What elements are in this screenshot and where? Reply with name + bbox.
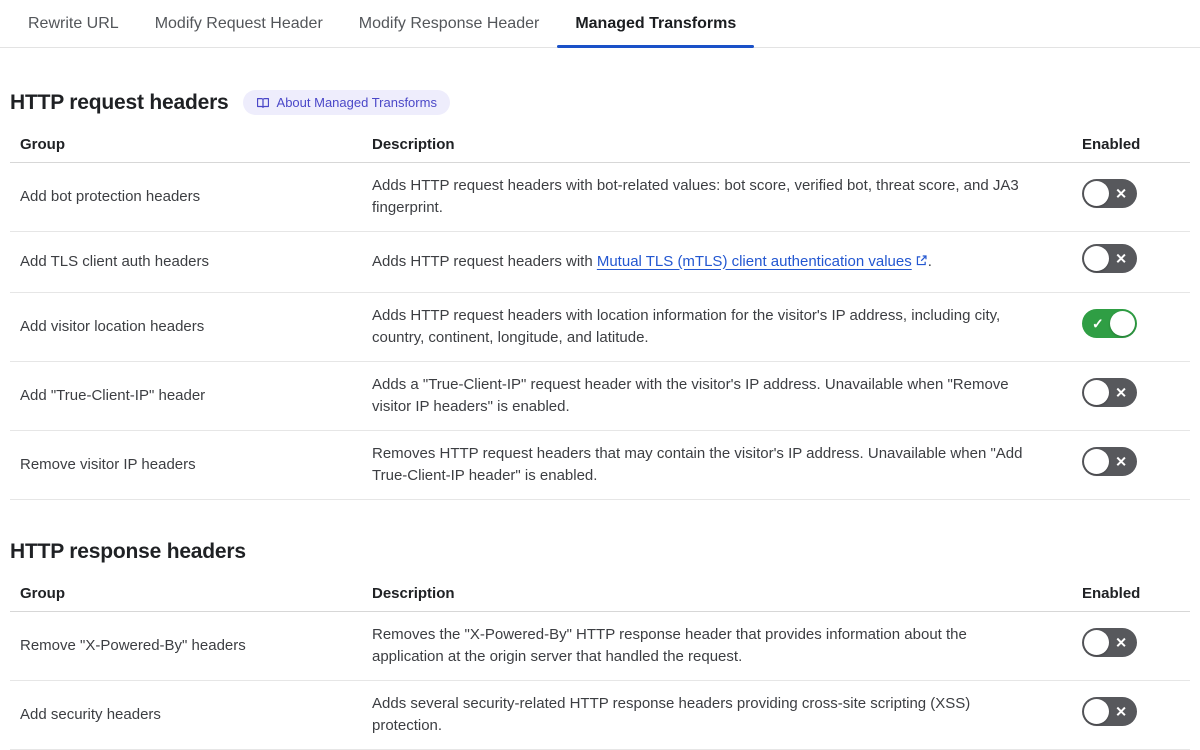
toggle-security-headers[interactable] bbox=[1082, 697, 1137, 726]
column-header-group: Group bbox=[20, 585, 65, 602]
row-description: Removes HTTP request headers that may co… bbox=[372, 445, 1023, 484]
managed-transforms-panel: HTTP request headers About Managed Trans… bbox=[0, 90, 1200, 750]
request-headers-table: Group Description Enabled Add bot protec… bbox=[10, 127, 1190, 500]
row-group-label: Add visitor location headers bbox=[20, 318, 205, 335]
toggle-knob bbox=[1084, 380, 1109, 405]
toggle-state-icon bbox=[1092, 316, 1104, 330]
row-description: Adds several security-related HTTP respo… bbox=[372, 695, 971, 734]
row-group-label: Remove visitor IP headers bbox=[20, 456, 196, 473]
toggle-true-client-ip[interactable] bbox=[1082, 378, 1137, 407]
description-text: . bbox=[927, 252, 932, 270]
row-group-label: Add bot protection headers bbox=[20, 188, 201, 205]
column-header-description: Description bbox=[372, 585, 455, 602]
row-group-label: Remove "X-Powered-By" headers bbox=[20, 637, 246, 654]
toggle-knob bbox=[1084, 449, 1109, 474]
table-row-remove-visitor-ip: Remove visitor IP headers Removes HTTP r… bbox=[10, 431, 1190, 500]
toggle-state-icon bbox=[1115, 385, 1127, 399]
column-header-group: Group bbox=[20, 136, 65, 153]
row-description: Removes the "X-Powered-By" HTTP response… bbox=[372, 626, 967, 665]
response-headers-section-head: HTTP response headers bbox=[10, 540, 1190, 564]
toggle-knob bbox=[1084, 246, 1109, 271]
toggle-knob bbox=[1084, 630, 1109, 655]
row-description: Adds HTTP request headers with location … bbox=[372, 307, 1001, 346]
row-group-label: Add TLS client auth headers bbox=[20, 253, 210, 270]
table-row-visitor-location: Add visitor location headers Adds HTTP r… bbox=[10, 293, 1190, 362]
toggle-state-icon bbox=[1115, 251, 1127, 265]
toggle-state-icon bbox=[1115, 454, 1127, 468]
transform-rules-tabbar: Rewrite URL Modify Request Header Modify… bbox=[0, 0, 1200, 48]
request-headers-title: HTTP request headers bbox=[10, 90, 229, 114]
tab-rewrite-url[interactable]: Rewrite URL bbox=[10, 0, 137, 47]
mtls-values-link[interactable]: Mutual TLS (mTLS) client authentication … bbox=[597, 253, 912, 270]
column-header-enabled: Enabled bbox=[1082, 136, 1141, 153]
column-header-description: Description bbox=[372, 136, 455, 153]
about-managed-transforms-badge[interactable]: About Managed Transforms bbox=[242, 90, 450, 115]
open-book-icon bbox=[256, 96, 270, 110]
response-table-header: Group Description Enabled bbox=[10, 576, 1190, 612]
table-row-true-client-ip: Add "True-Client-IP" header Adds a "True… bbox=[10, 362, 1190, 431]
request-headers-section-head: HTTP request headers About Managed Trans… bbox=[10, 90, 1190, 115]
row-group-label: Add security headers bbox=[20, 706, 161, 723]
toggle-state-icon bbox=[1115, 704, 1127, 718]
toggle-knob bbox=[1084, 699, 1109, 724]
tab-modify-response-header[interactable]: Modify Response Header bbox=[341, 0, 558, 47]
toggle-knob bbox=[1084, 181, 1109, 206]
external-link-icon bbox=[915, 252, 928, 274]
toggle-tls-client-auth[interactable] bbox=[1082, 244, 1137, 273]
tab-managed-transforms[interactable]: Managed Transforms bbox=[557, 0, 755, 48]
response-headers-table: Group Description Enabled Remove "X-Powe… bbox=[10, 576, 1190, 750]
toggle-knob bbox=[1110, 311, 1135, 336]
description-text: Adds HTTP request headers with bbox=[372, 252, 597, 270]
table-row-security-headers: Add security headers Adds several securi… bbox=[10, 681, 1190, 750]
table-row-bot-protection: Add bot protection headers Adds HTTP req… bbox=[10, 163, 1190, 232]
toggle-x-powered-by[interactable] bbox=[1082, 628, 1137, 657]
row-description: Adds HTTP request headers with bot-relat… bbox=[372, 177, 1019, 216]
toggle-state-icon bbox=[1115, 635, 1127, 649]
table-row-x-powered-by: Remove "X-Powered-By" headers Removes th… bbox=[10, 612, 1190, 681]
row-description: Adds HTTP request headers with Mutual TL… bbox=[362, 251, 1072, 274]
table-row-tls-client-auth: Add TLS client auth headers Adds HTTP re… bbox=[10, 232, 1190, 293]
row-group-label: Add "True-Client-IP" header bbox=[20, 387, 206, 404]
row-description: Adds a "True-Client-IP" request header w… bbox=[372, 376, 1009, 415]
toggle-state-icon bbox=[1115, 186, 1127, 200]
column-header-enabled: Enabled bbox=[1082, 585, 1141, 602]
toggle-remove-visitor-ip[interactable] bbox=[1082, 447, 1137, 476]
request-table-header: Group Description Enabled bbox=[10, 127, 1190, 163]
tab-modify-request-header[interactable]: Modify Request Header bbox=[137, 0, 341, 47]
toggle-bot-protection[interactable] bbox=[1082, 179, 1137, 208]
toggle-visitor-location[interactable] bbox=[1082, 309, 1137, 338]
response-headers-title: HTTP response headers bbox=[10, 540, 246, 563]
about-managed-transforms-label: About Managed Transforms bbox=[276, 95, 437, 110]
